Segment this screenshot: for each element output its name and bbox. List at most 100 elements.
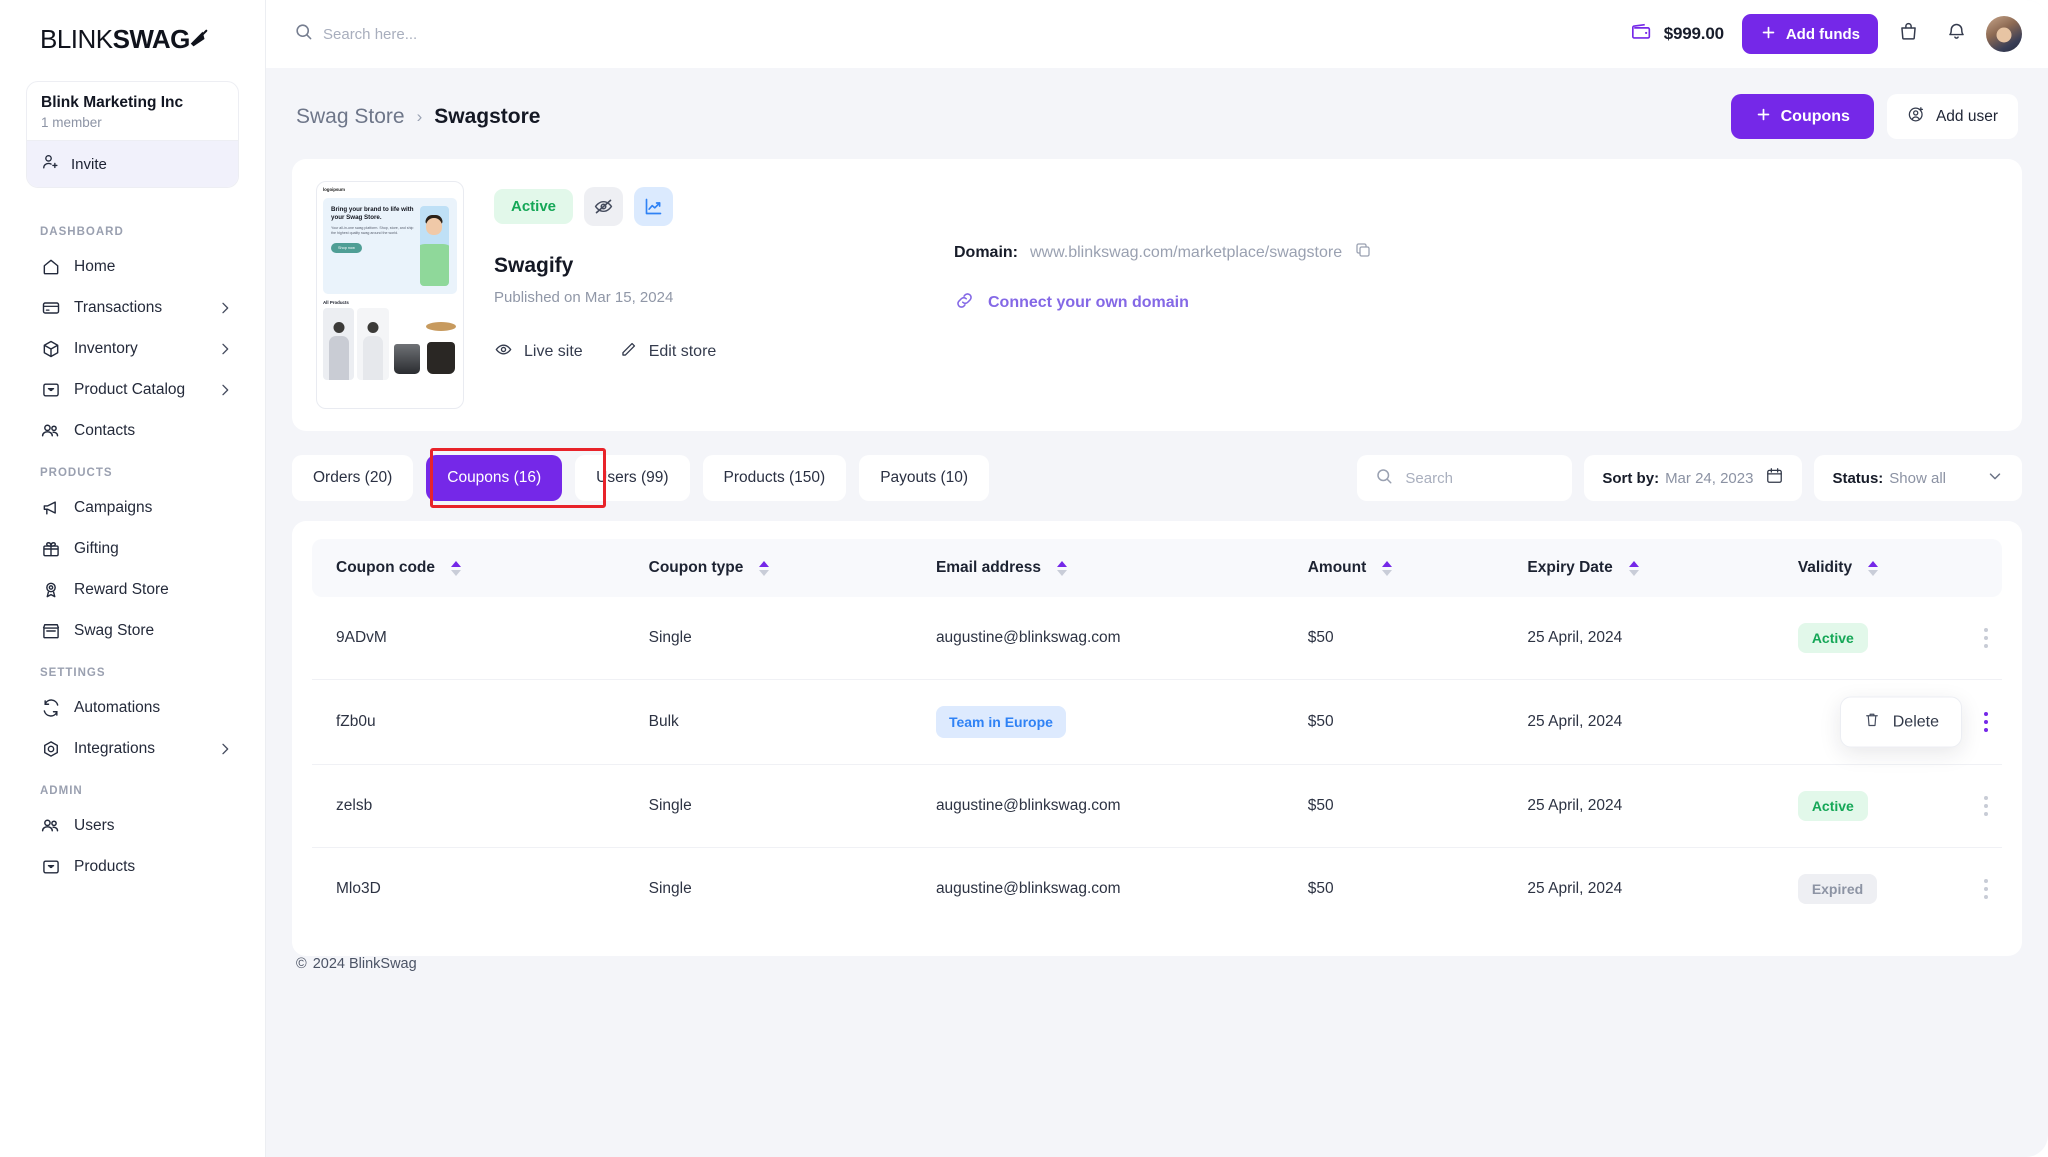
col-label: Expiry Date: [1527, 559, 1613, 576]
col-email-address[interactable]: Email address: [911, 539, 1284, 597]
store-name: Swagify: [494, 254, 574, 277]
tab-orders[interactable]: Orders (20): [292, 455, 414, 501]
shopping-bag-button[interactable]: [1890, 16, 1926, 52]
avatar[interactable]: [1986, 16, 2022, 52]
table-header-row: Coupon code Coupon type Email address Am…: [312, 539, 2002, 597]
sidebar-item-gifting[interactable]: Gifting: [18, 528, 247, 569]
col-coupon-code[interactable]: Coupon code: [312, 539, 625, 597]
sidebar-item-label: Users: [74, 816, 115, 834]
col-amount[interactable]: Amount: [1283, 539, 1504, 597]
col-label: Amount: [1307, 559, 1367, 576]
row-menu-button[interactable]: [1976, 628, 1996, 648]
wallet-balance[interactable]: $999.00: [1631, 21, 1724, 48]
col-coupon-type[interactable]: Coupon type: [624, 539, 912, 597]
cell-coupon-type: Bulk: [624, 679, 912, 765]
cell-expiry: 25 April, 2024: [1503, 764, 1774, 848]
sort-toggle[interactable]: [1868, 560, 1879, 576]
breadcrumb-separator: ›: [416, 106, 423, 126]
preview-hero-image: [419, 206, 449, 286]
preview-hero: Bring your brand to life with your Swag …: [323, 198, 457, 294]
store-preview-thumbnail[interactable]: logoipsum Bring your brand to life with …: [316, 181, 464, 409]
sidebar-item-products[interactable]: Products: [18, 846, 247, 887]
topbar: $999.00 Add funds: [266, 0, 2048, 68]
sidebar-item-users[interactable]: Users: [18, 805, 247, 846]
sort-toggle[interactable]: [1628, 560, 1639, 576]
brand-name-bold: SWAG: [112, 24, 191, 54]
invite-button[interactable]: Invite: [27, 140, 238, 187]
status-filter-label: Status:: [1832, 469, 1884, 487]
trash-icon: [1863, 711, 1881, 734]
col-validity[interactable]: Validity: [1773, 539, 2002, 597]
cell-amount: $50: [1283, 679, 1504, 765]
col-label: Coupon code: [336, 559, 436, 576]
tabs-row: Orders (20) Coupons (16) Users (99) Prod…: [292, 448, 2022, 508]
cell-expiry: 25 April, 2024: [1527, 880, 1623, 897]
sidebar-item-integrations[interactable]: Integrations: [18, 728, 247, 769]
preview-product: [425, 308, 457, 380]
sidebar-item-transactions[interactable]: Transactions: [18, 287, 247, 328]
cell-email: augustine@blinkswag.com: [911, 764, 1284, 848]
sidebar-item-home[interactable]: Home: [18, 246, 247, 287]
add-funds-button[interactable]: Add funds: [1741, 14, 1878, 54]
sidebar-item-label: Swag Store: [74, 621, 155, 639]
sidebar-item-automations[interactable]: Automations: [18, 687, 247, 728]
tab-coupons[interactable]: Coupons (16): [426, 455, 563, 501]
search-input[interactable]: [323, 25, 643, 43]
store-action-row: Live site Edit store: [494, 340, 954, 364]
sort-toggle[interactable]: [759, 560, 770, 576]
row-context-menu[interactable]: Delete: [1839, 696, 1962, 748]
rocket-icon: [188, 26, 210, 57]
nav-section-admin: ADMIN: [40, 785, 83, 797]
breadcrumb-parent[interactable]: Swag Store: [296, 105, 405, 129]
page-actions: Coupons Add user: [1730, 94, 2018, 139]
table-row[interactable]: zelsb Single augustine@blinkswag.com $50…: [312, 764, 2002, 848]
coupons-button[interactable]: Coupons: [1730, 94, 1874, 139]
copy-icon[interactable]: [1354, 241, 1372, 264]
link-icon: [954, 290, 975, 316]
table-search-input[interactable]: [1405, 469, 1536, 487]
cell-coupon-code: zelsb: [312, 764, 625, 848]
edit-store-button[interactable]: Edit store: [619, 340, 716, 364]
preview-product: [357, 308, 389, 380]
email-group-badge: Team in Europe: [935, 706, 1066, 738]
status-filter[interactable]: Status: Show all: [1814, 455, 2022, 501]
sort-toggle[interactable]: [451, 560, 462, 576]
row-menu-button[interactable]: [1976, 712, 1996, 732]
table-row[interactable]: Mlo3D Single augustine@blinkswag.com $50…: [312, 848, 2002, 931]
sidebar-item-reward-store[interactable]: Reward Store: [18, 569, 247, 610]
wallet-amount: $999.00: [1663, 24, 1724, 43]
tab-payouts[interactable]: Payouts (10): [859, 455, 990, 501]
table-row[interactable]: fZb0u Bulk Team in Europe $50 25 April, …: [312, 679, 2002, 765]
table-search[interactable]: [1357, 455, 1573, 501]
sidebar-item-product-catalog[interactable]: Product Catalog: [18, 369, 247, 410]
col-expiry-date[interactable]: Expiry Date: [1503, 539, 1774, 597]
col-label: Email address: [935, 559, 1042, 576]
row-menu-button[interactable]: [1976, 879, 1996, 899]
sort-toggle[interactable]: [1382, 560, 1393, 576]
tab-users[interactable]: Users (99): [575, 455, 690, 501]
preview-product: [323, 308, 355, 380]
row-menu-button[interactable]: [1976, 796, 1996, 816]
connect-domain-link[interactable]: Connect your own domain: [954, 290, 1998, 316]
sidebar-item-swag-store[interactable]: Swag Store: [18, 610, 247, 651]
notifications-button[interactable]: [1938, 16, 1974, 52]
bell-icon: [1946, 21, 1967, 47]
add-user-button[interactable]: Add user: [1886, 94, 2018, 139]
sidebar-item-inventory[interactable]: Inventory: [18, 328, 247, 369]
table-row[interactable]: 9ADvM Single augustine@blinkswag.com $50…: [312, 597, 2002, 680]
sidebar-item-contacts[interactable]: Contacts: [18, 410, 247, 451]
chevron-down-icon: [1986, 467, 2004, 490]
sort-by-control[interactable]: Sort by: Mar 24, 2023: [1584, 455, 1803, 501]
brand-logo[interactable]: BLINKSWAG: [0, 16, 265, 75]
sidebar-item-campaigns[interactable]: Campaigns: [18, 487, 247, 528]
live-site-button[interactable]: Live site: [494, 340, 583, 364]
sidebar-item-label: Integrations: [74, 739, 155, 757]
store-status-row: Active: [494, 187, 954, 226]
chevron-right-icon: [217, 341, 233, 357]
trending-chart-icon[interactable]: [634, 187, 674, 226]
tab-products[interactable]: Products (150): [702, 455, 847, 501]
eye-off-icon[interactable]: [584, 187, 624, 226]
global-search[interactable]: [294, 22, 1619, 46]
sort-toggle[interactable]: [1057, 560, 1068, 576]
shopping-bag-icon: [1898, 21, 1919, 47]
